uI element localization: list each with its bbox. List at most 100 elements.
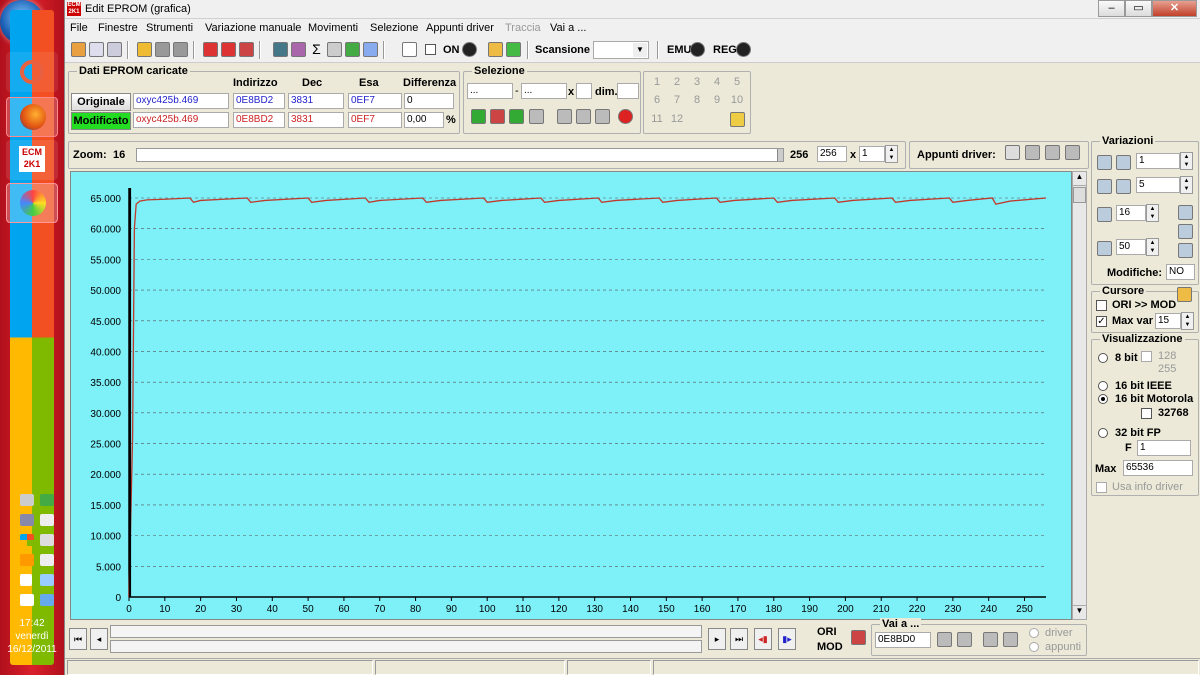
var-h-icon[interactable] — [1178, 224, 1193, 239]
radio-16bit-motorola[interactable] — [1098, 394, 1108, 404]
menu-file[interactable]: File — [70, 22, 88, 34]
print-icon[interactable] — [327, 42, 342, 57]
tray-app-icon[interactable] — [40, 534, 54, 546]
taskbar-firefox[interactable] — [6, 97, 58, 137]
nav-mark-next-button[interactable]: ▮▸ — [778, 628, 796, 650]
selezione-count[interactable] — [576, 83, 592, 99]
nav-prev-button[interactable]: ◂ — [90, 628, 108, 650]
var-step-4[interactable]: 50 — [1116, 239, 1146, 255]
tray-warning-icon[interactable] — [20, 554, 34, 566]
modificato-button[interactable]: Modificato — [71, 112, 131, 130]
reg-indicator-icon[interactable] — [736, 42, 751, 57]
zoom-field[interactable]: 256 — [817, 146, 847, 162]
check-icon[interactable] — [203, 42, 218, 57]
tray-flag-icon[interactable] — [20, 594, 34, 606]
originale-button[interactable]: Originale — [71, 93, 131, 111]
selezione-to[interactable]: ... — [521, 83, 567, 99]
var-step-1[interactable]: 1 — [1136, 153, 1180, 169]
vertical-scrollbar[interactable]: ▲ ▼ — [1072, 171, 1087, 620]
emu-indicator-icon[interactable] — [690, 42, 705, 57]
var-plus-icon[interactable] — [1097, 155, 1112, 170]
ori-scrollbar[interactable] — [110, 625, 702, 638]
max-select[interactable]: 65536 — [1123, 460, 1193, 476]
lock-icon[interactable] — [488, 42, 503, 57]
nav-next-button[interactable]: ▸ — [708, 628, 726, 650]
tray-shield-icon[interactable] — [40, 594, 54, 606]
maximize-button[interactable]: ▭ — [1125, 0, 1152, 17]
taskbar-app-1[interactable] — [6, 52, 58, 92]
tray-display-icon[interactable] — [20, 514, 34, 526]
radio-16bit-ieee[interactable] — [1098, 381, 1108, 391]
nav-mark-button[interactable]: ◂▮ — [754, 628, 772, 650]
zoom-mult[interactable]: 1 — [859, 146, 885, 162]
open-folder-icon[interactable] — [137, 42, 152, 57]
zoom-slider[interactable] — [136, 148, 784, 162]
start-button[interactable] — [0, 0, 54, 665]
var-step-2[interactable]: 5 — [1136, 177, 1180, 193]
var-step-4-spinner[interactable]: ▲ ▼ — [1146, 238, 1159, 256]
checkbox-32768[interactable] — [1141, 408, 1152, 419]
scansione-select[interactable]: ▼ — [593, 41, 649, 59]
var-step-3-spinner[interactable]: ▲ ▼ — [1146, 204, 1159, 222]
tray-monitor-icon[interactable] — [40, 494, 54, 506]
select-reset-icon[interactable] — [618, 109, 633, 124]
text-icon[interactable] — [402, 42, 417, 57]
runner-icon[interactable] — [506, 42, 521, 57]
minimize-button[interactable]: – — [1098, 0, 1125, 17]
ori-mod-checkbox[interactable] — [1096, 300, 1107, 311]
var-minus5-icon[interactable] — [1116, 179, 1131, 194]
chart-area[interactable]: 0 5.000 10.000 15.000 20.000 25.000 30.000 35.0… — [70, 171, 1072, 620]
on-checkbox[interactable] — [425, 44, 436, 55]
save-icon[interactable] — [155, 42, 170, 57]
var-p-icon[interactable] — [1097, 241, 1112, 256]
var-minus-icon[interactable] — [1116, 155, 1131, 170]
copy-icon[interactable] — [107, 42, 122, 57]
var-u-icon[interactable] — [1178, 243, 1193, 258]
menu-strumenti[interactable]: Strumenti — [146, 22, 193, 34]
maxvar-checkbox[interactable]: ✓ — [1096, 316, 1107, 327]
menu-movimenti[interactable]: Movimenti — [308, 22, 358, 34]
compare-icon[interactable] — [221, 42, 236, 57]
taskbar-ecm[interactable]: ECM 2K1 — [6, 140, 58, 180]
nav-first-button[interactable]: ⏮ — [69, 628, 87, 650]
save-as-icon[interactable] — [173, 42, 188, 57]
home-icon[interactable] — [71, 42, 86, 57]
radio-8bit[interactable] — [1098, 353, 1108, 363]
tray-network-icon[interactable] — [20, 494, 34, 506]
select-end-icon[interactable] — [509, 109, 524, 124]
zoom-mult-spinner[interactable]: ▲ ▼ — [885, 145, 898, 163]
taskbar-paint[interactable] — [6, 183, 58, 223]
zoom-slider-thumb[interactable] — [777, 149, 783, 161]
radio-32bit-fp[interactable] — [1098, 428, 1108, 438]
flag-icon[interactable] — [851, 630, 866, 645]
tray-signal-icon[interactable] — [20, 574, 32, 586]
scroll-up-icon[interactable]: ▲ — [1073, 172, 1086, 186]
mod-scrollbar[interactable] — [110, 640, 702, 653]
tray-cloud-icon[interactable] — [40, 574, 54, 586]
taskbar-clock[interactable]: 17:42 venerdì 16/12/2011 — [0, 617, 64, 656]
title-bar[interactable]: ECM 2K1 Edit EPROM (grafica) – ▭ ✕ — [65, 0, 1200, 19]
tray-device-icon[interactable] — [40, 514, 54, 526]
table-icon[interactable] — [239, 42, 254, 57]
f-select[interactable]: 1 — [1137, 440, 1191, 456]
var-m-icon[interactable] — [1178, 205, 1193, 220]
map-icon[interactable] — [345, 42, 360, 57]
selezione-from[interactable]: ... — [467, 83, 513, 99]
windows-icon[interactable] — [89, 42, 104, 57]
keypad-save-icon[interactable] — [730, 112, 745, 127]
cursore-lock-icon[interactable] — [1177, 287, 1192, 302]
nav-last-button[interactable]: ⏭ — [730, 628, 748, 650]
edit-chart-icon[interactable] — [291, 42, 306, 57]
tray-windows-icon[interactable] — [20, 534, 34, 546]
var-plus5-icon[interactable] — [1097, 179, 1112, 194]
sum-icon[interactable]: Σ — [309, 42, 324, 57]
calculator-icon[interactable] — [273, 42, 288, 57]
menu-finestre[interactable]: Finestre — [98, 22, 138, 34]
tray-volume-icon[interactable] — [40, 554, 54, 566]
maxvar-value[interactable]: 15 — [1155, 313, 1181, 329]
select-range-icon[interactable] — [490, 109, 505, 124]
menu-vai-a[interactable]: Vai a ... — [550, 22, 586, 34]
var-step-2-spinner[interactable]: ▲ ▼ — [1180, 176, 1193, 194]
maxvar-spinner[interactable]: ▲ ▼ — [1181, 312, 1194, 330]
var-step-3[interactable]: 16 — [1116, 205, 1146, 221]
